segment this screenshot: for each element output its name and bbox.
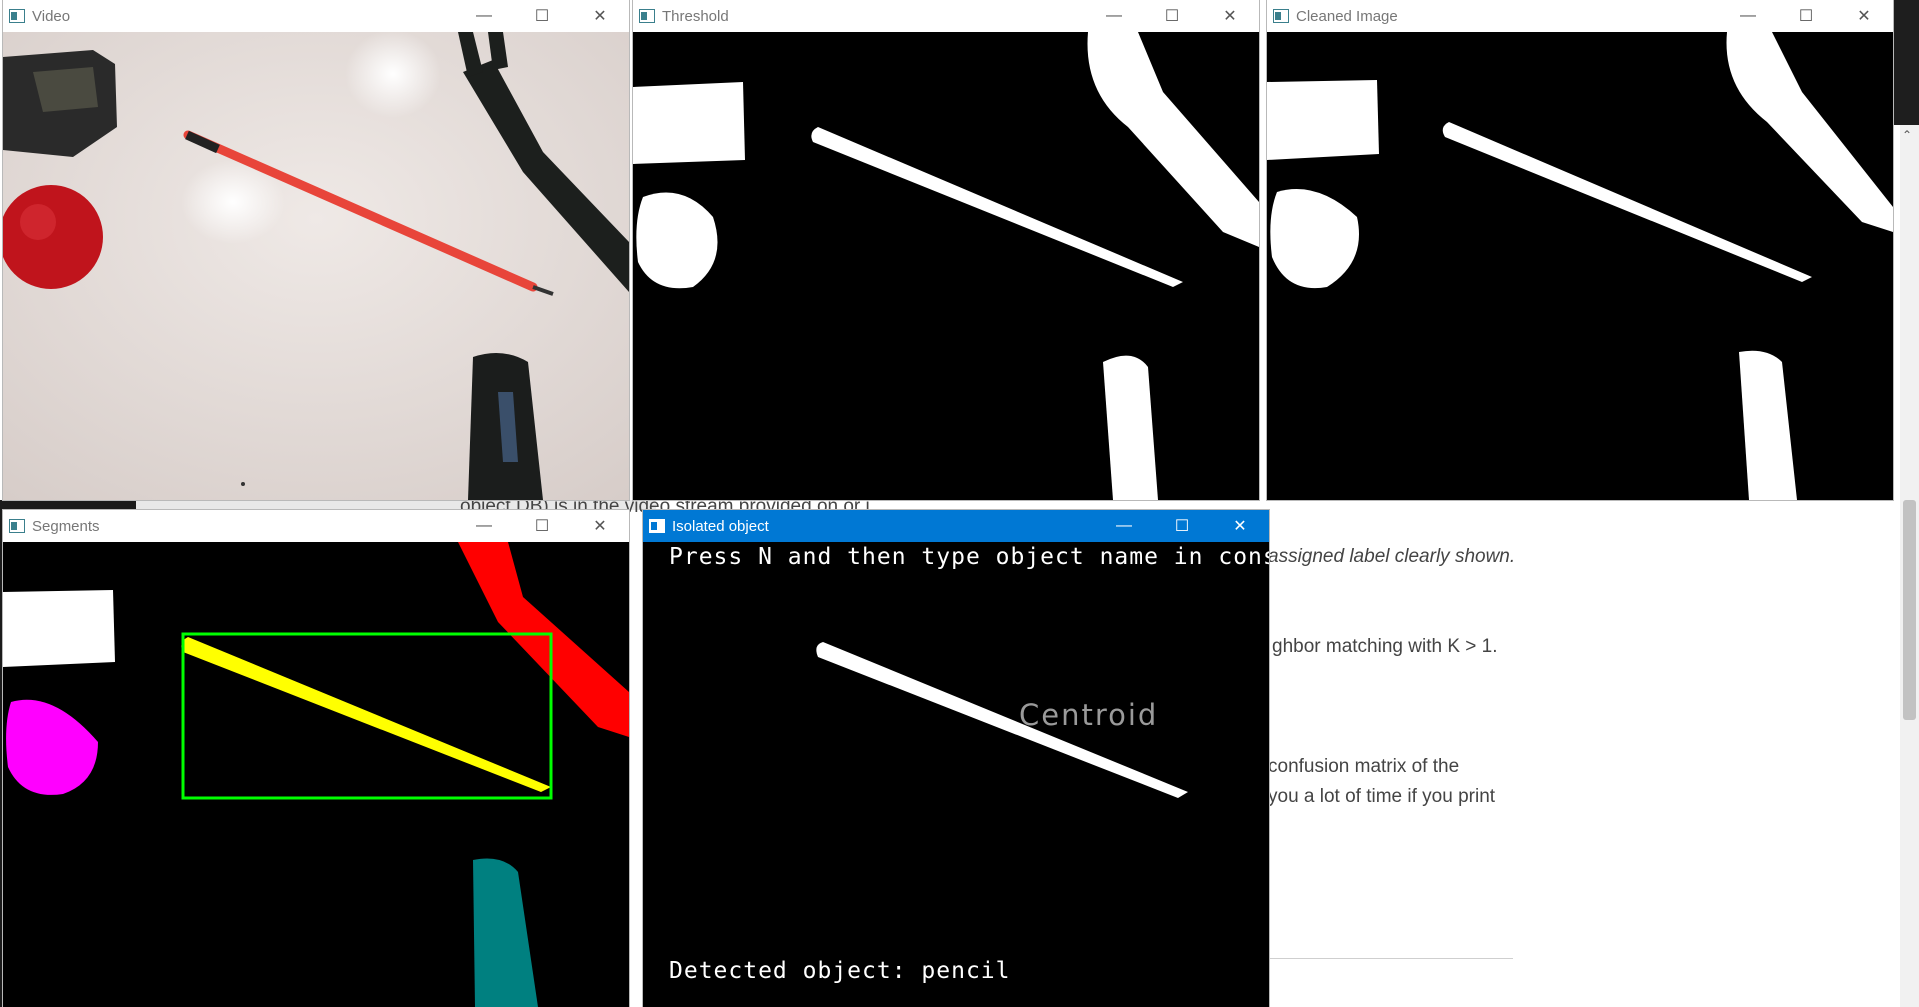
- cleaned-image-window[interactable]: Cleaned Image — ☐ ✕: [1267, 0, 1893, 500]
- minimize-icon[interactable]: —: [455, 510, 513, 542]
- close-icon[interactable]: ✕: [571, 0, 629, 32]
- isolated-image: [643, 542, 1269, 1007]
- window-title: Segments: [32, 517, 100, 535]
- centroid-label: Centroid: [1019, 698, 1159, 732]
- close-icon[interactable]: ✕: [1835, 0, 1893, 32]
- maximize-icon[interactable]: ☐: [513, 510, 571, 542]
- window-title: Isolated object: [672, 517, 769, 535]
- close-icon[interactable]: ✕: [1211, 510, 1269, 542]
- background-editor-edge: [1892, 0, 1919, 125]
- titlebar[interactable]: Cleaned Image — ☐ ✕: [1267, 0, 1893, 32]
- instruction-text: Press N and then type object name in con…: [669, 544, 1269, 570]
- maximize-icon[interactable]: ☐: [513, 0, 571, 32]
- video-frame: [3, 32, 629, 500]
- window-title: Threshold: [662, 7, 729, 25]
- threshold-image: [633, 32, 1259, 500]
- maximize-icon[interactable]: ☐: [1777, 0, 1835, 32]
- minimize-icon[interactable]: —: [1085, 0, 1143, 32]
- close-icon[interactable]: ✕: [571, 510, 629, 542]
- cleaned-image: [1267, 32, 1893, 500]
- doc-text-line: confusion matrix of the: [1268, 756, 1460, 777]
- doc-divider: [1268, 958, 1513, 959]
- segments-image: [3, 542, 629, 1007]
- app-icon: [649, 519, 665, 533]
- doc-text-line: ghbor matching with K > 1.: [1272, 636, 1498, 657]
- app-icon: [9, 9, 25, 23]
- minimize-icon[interactable]: —: [1095, 510, 1153, 542]
- segments-window[interactable]: Segments — ☐ ✕: [3, 510, 629, 1007]
- titlebar[interactable]: Threshold — ☐ ✕: [633, 0, 1259, 32]
- window-title: Video: [32, 7, 71, 25]
- video-window[interactable]: Video — ☐ ✕: [3, 0, 629, 500]
- titlebar[interactable]: Isolated object — ☐ ✕: [643, 510, 1269, 542]
- minimize-icon[interactable]: —: [1719, 0, 1777, 32]
- doc-text-line: assigned label clearly shown.: [1268, 546, 1516, 567]
- app-icon: [639, 9, 655, 23]
- scroll-up-icon[interactable]: ⌃: [1902, 128, 1912, 142]
- detected-object-text: Detected object: pencil: [669, 958, 1011, 984]
- doc-scrollbar-thumb[interactable]: [1903, 500, 1916, 720]
- titlebar[interactable]: Video — ☐ ✕: [3, 0, 629, 32]
- app-icon: [1273, 9, 1289, 23]
- minimize-icon[interactable]: —: [455, 0, 513, 32]
- window-title: Cleaned Image: [1296, 7, 1398, 25]
- threshold-window[interactable]: Threshold — ☐ ✕: [633, 0, 1259, 500]
- doc-text-line: you a lot of time if you print: [1268, 786, 1496, 807]
- maximize-icon[interactable]: ☐: [1153, 510, 1211, 542]
- maximize-icon[interactable]: ☐: [1143, 0, 1201, 32]
- close-icon[interactable]: ✕: [1201, 0, 1259, 32]
- isolated-object-window[interactable]: Isolated object — ☐ ✕ Press N and then t…: [643, 510, 1269, 1007]
- titlebar[interactable]: Segments — ☐ ✕: [3, 510, 629, 542]
- app-icon: [9, 519, 25, 533]
